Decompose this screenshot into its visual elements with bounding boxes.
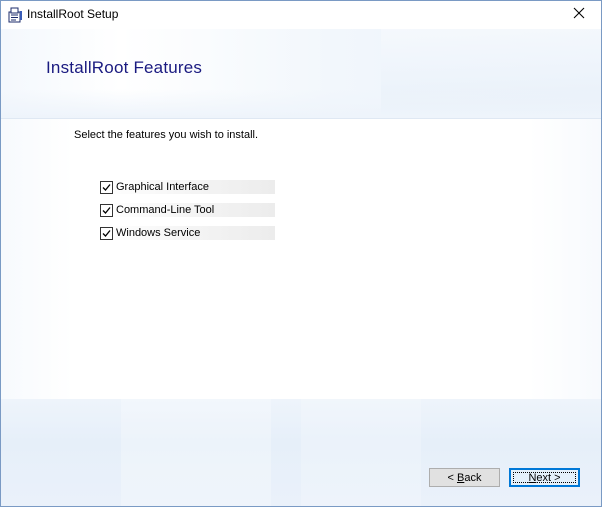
close-icon [573, 6, 585, 24]
feature-selection-panel: Select the features you wish to install.… [1, 119, 601, 399]
back-button[interactable]: < Back [429, 468, 500, 487]
feature-item-command-line-tool[interactable]: Command-Line Tool [100, 203, 275, 217]
header-banner: InstallRoot Features [1, 29, 601, 119]
feature-label: Windows Service [116, 227, 201, 239]
close-button[interactable] [557, 1, 601, 29]
instruction-text: Select the features you wish to install. [74, 129, 259, 141]
back-prefix: < [447, 471, 457, 484]
checkmark-icon [102, 183, 111, 191]
next-button[interactable]: Next > [509, 468, 580, 487]
feature-item-graphical-interface[interactable]: Graphical Interface [100, 180, 275, 194]
checkmark-icon [102, 206, 111, 214]
feature-item-windows-service[interactable]: Windows Service [100, 226, 275, 240]
page-title: InstallRoot Features [46, 58, 203, 77]
feature-label: Command-Line Tool [116, 204, 215, 216]
installer-icon[interactable] [7, 7, 23, 23]
window-title: InstallRoot Setup [27, 7, 119, 21]
back-mnemonic: B [457, 471, 465, 484]
checkbox-command-line-tool[interactable] [100, 203, 113, 217]
checkbox-windows-service[interactable] [100, 226, 113, 240]
title-bar[interactable]: InstallRoot Setup [1, 1, 601, 29]
footer-bar: < Back Next > [1, 399, 601, 506]
feature-label: Graphical Interface [116, 181, 209, 193]
setup-window: InstallRoot Setup InstallRoot Features S… [0, 0, 602, 507]
checkmark-icon [102, 229, 111, 237]
back-rest: ack [464, 471, 482, 484]
checkbox-graphical-interface[interactable] [100, 180, 113, 194]
